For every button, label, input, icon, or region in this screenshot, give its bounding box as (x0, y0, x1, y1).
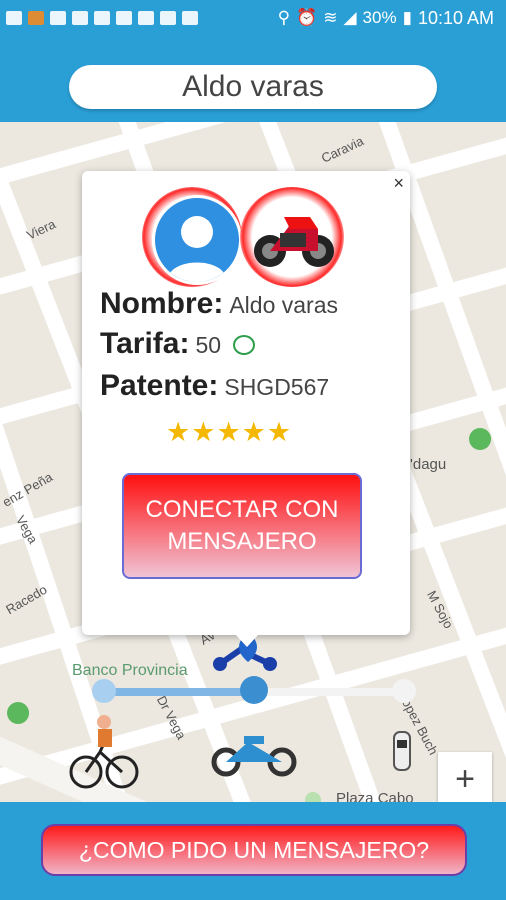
money-icon (233, 335, 256, 356)
battery-percent: 30% (362, 8, 397, 27)
rating-stars: ★★★★★ (166, 417, 292, 448)
app-notification-icon (28, 11, 44, 25)
notification-icons (0, 11, 198, 25)
header: Aldo varas (0, 36, 506, 122)
zoom-in-button[interactable]: + (438, 752, 492, 806)
wifi-icon: ≋ (323, 8, 338, 27)
app-notification-icon (94, 11, 110, 25)
name-value: Aldo varas (229, 292, 339, 318)
star-icon: ★ (166, 417, 192, 447)
clock: 10:10 AM (417, 7, 494, 28)
mail-icon (50, 11, 66, 25)
status-bar: ⚲ ⏰ ≋ ◢ 30% ▮ 10:10 AM (0, 0, 506, 36)
rate-row: Tarifa: 50 (100, 327, 256, 361)
cloud-icon (182, 11, 198, 25)
battery-icon: ▮ (402, 8, 412, 27)
motorcycle-photo-icon (254, 217, 334, 267)
close-icon[interactable]: × (393, 173, 404, 194)
connect-courier-button[interactable]: CONECTAR CON MENSAJERO (122, 473, 362, 579)
image-icon (116, 11, 132, 25)
rate-value: 50 (195, 332, 222, 358)
slider-thumb[interactable] (240, 676, 268, 704)
vehicle-slider-track[interactable] (96, 688, 254, 696)
alarm-icon: ⏰ (296, 8, 318, 27)
star-icon: ★ (241, 417, 267, 447)
star-icon: ★ (191, 417, 217, 447)
plate-label: Patente: (100, 369, 219, 402)
star-icon: ★ (216, 417, 242, 447)
app-notification-icon (72, 11, 88, 25)
motorcycle-marker-icon (211, 736, 297, 777)
driver-info-card: × Nombre: Aldo varas Tarifa: 50 Patente: SH… (82, 171, 410, 635)
app-notification-icon (6, 11, 22, 25)
plate-row: Patente: SHGD567 (100, 369, 329, 403)
name-row: Nombre: Aldo varas (100, 287, 338, 321)
name-label: Nombre: (100, 287, 224, 320)
card-pointer (236, 635, 258, 647)
rate-label: Tarifa: (100, 327, 190, 360)
driver-name-title: Aldo varas (69, 65, 437, 109)
vehicle-photo-frame (240, 187, 344, 287)
location-icon: ⚲ (277, 8, 291, 27)
bicycle-icon (69, 715, 139, 789)
driver-photo-frame (142, 187, 242, 287)
app-notification-icon (160, 11, 176, 25)
bottom-bar: ¿COMO PIDO UN MENSAJERO? (0, 802, 506, 900)
user-silhouette-icon (167, 216, 227, 282)
how-to-order-button[interactable]: ¿COMO PIDO UN MENSAJERO? (41, 824, 467, 876)
slider-stop[interactable] (392, 679, 416, 703)
star-icon: ★ (266, 417, 293, 447)
avatar (152, 195, 242, 285)
instagram-icon (138, 11, 154, 25)
car-icon (393, 731, 411, 771)
vehicle-slider-track[interactable] (254, 688, 414, 696)
slider-stop[interactable] (92, 679, 116, 703)
signal-icon: ◢ (343, 8, 357, 27)
plate-value: SHGD567 (224, 374, 330, 400)
